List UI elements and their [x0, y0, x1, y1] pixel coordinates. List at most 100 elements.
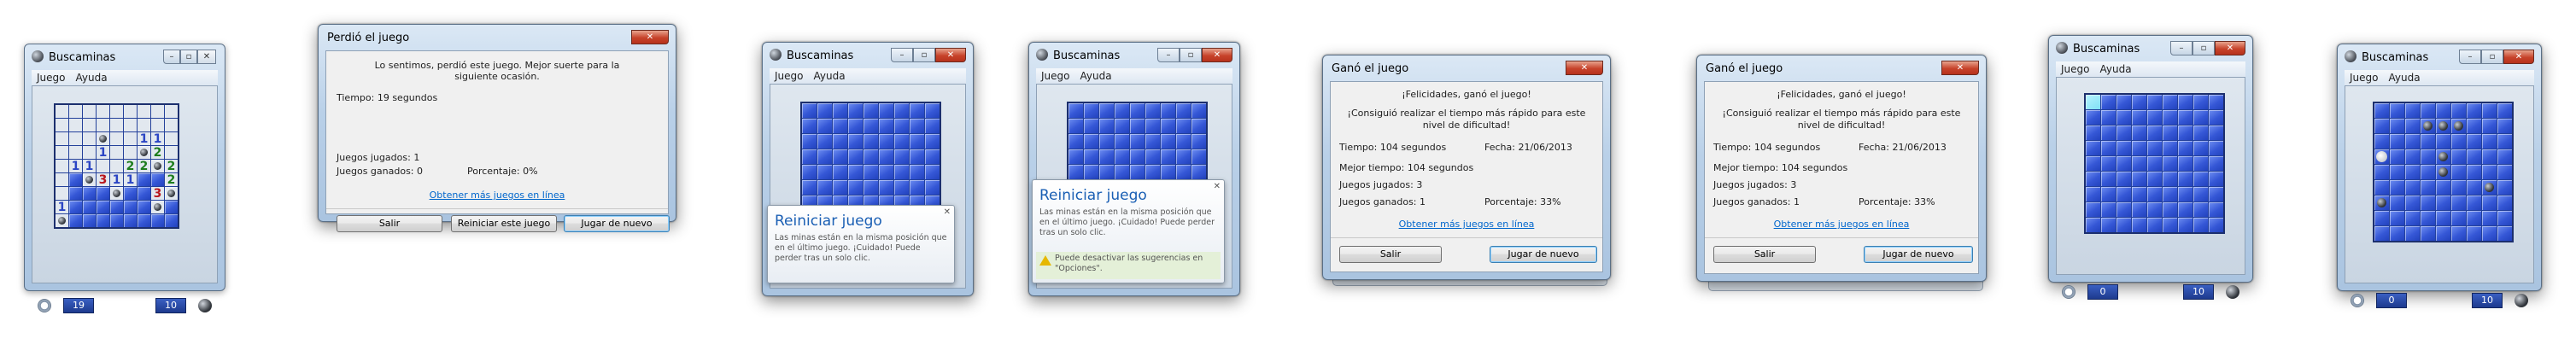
mine-cell[interactable]: [910, 149, 924, 164]
mine-cell[interactable]: [2101, 202, 2116, 217]
mine-cell[interactable]: [1084, 165, 1098, 179]
mine-cell[interactable]: [2178, 202, 2193, 217]
mine-cell[interactable]: [864, 149, 878, 164]
mine-cell[interactable]: [83, 119, 96, 131]
mine-cell[interactable]: [2374, 211, 2389, 225]
mine-cell[interactable]: [138, 119, 150, 131]
mine-cell[interactable]: [2163, 172, 2177, 186]
mine-cell[interactable]: [2405, 196, 2420, 210]
mine-cell[interactable]: [83, 132, 96, 145]
mine-cell[interactable]: [97, 187, 109, 200]
exit-button[interactable]: Salir: [1713, 246, 1816, 263]
mine-cell[interactable]: [56, 187, 68, 200]
mine-cell[interactable]: [2497, 134, 2512, 149]
mine-cell[interactable]: [124, 132, 137, 145]
mine-cell[interactable]: [2209, 110, 2223, 125]
mine-cell[interactable]: [2482, 103, 2497, 118]
mine-cell[interactable]: [124, 201, 137, 213]
close-icon[interactable]: ✕: [1566, 61, 1603, 75]
number-cell[interactable]: 1: [138, 132, 150, 146]
mine-cell[interactable]: [2132, 218, 2146, 232]
title-bar[interactable]: Buscaminas – ▫ ✕: [2345, 50, 2534, 67]
mine-cell[interactable]: [69, 187, 82, 200]
mine-cell[interactable]: [110, 132, 123, 145]
mine-cell[interactable]: [2421, 165, 2435, 179]
mine-cell[interactable]: [1145, 134, 1160, 149]
mine-cell[interactable]: [1115, 149, 1129, 164]
mine-cell[interactable]: [56, 119, 68, 131]
mine-cell[interactable]: [165, 146, 178, 159]
mine-cell[interactable]: [2209, 172, 2223, 186]
mine-cell[interactable]: [2421, 149, 2435, 164]
mine-cell[interactable]: [83, 146, 96, 159]
mine-cell[interactable]: [2467, 119, 2481, 133]
mine-cell[interactable]: [925, 134, 940, 149]
menu-ayuda[interactable]: Ayuda: [814, 70, 846, 82]
mine-cell[interactable]: [2451, 196, 2466, 210]
mine-cell[interactable]: [1176, 119, 1191, 133]
mine-cell[interactable]: [802, 180, 817, 195]
exit-button[interactable]: Salir: [1339, 246, 1442, 263]
mine-cell[interactable]: [2405, 226, 2420, 241]
mine-cell[interactable]: [864, 180, 878, 195]
mine-cell[interactable]: [2436, 211, 2450, 225]
mine-cell[interactable]: [124, 187, 137, 200]
mine-cell-revealed[interactable]: [2436, 149, 2450, 164]
mine-cell[interactable]: [1191, 119, 1206, 133]
number-cell[interactable]: 1: [110, 173, 123, 187]
mine-cell[interactable]: [2374, 119, 2389, 133]
mine-cell[interactable]: [1176, 165, 1191, 179]
mine-cell[interactable]: [1068, 103, 1083, 118]
close-icon[interactable]: ✕: [1941, 61, 1979, 75]
mine-cell[interactable]: [138, 173, 150, 186]
maximize-icon[interactable]: ▫: [1180, 48, 1202, 62]
mine-cell[interactable]: [2436, 180, 2450, 195]
maximize-icon[interactable]: ▫: [913, 48, 935, 62]
minimize-icon[interactable]: –: [2170, 41, 2193, 55]
mine-cell[interactable]: [2116, 202, 2131, 217]
mine-cell[interactable]: [2390, 149, 2404, 164]
dialog-title-bar[interactable]: Perdió el juego ✕: [327, 30, 669, 47]
mine-cell[interactable]: [2421, 103, 2435, 118]
mine-cell[interactable]: [2374, 180, 2389, 195]
mine-cell[interactable]: [1115, 119, 1129, 133]
mine-cell[interactable]: [2116, 156, 2131, 171]
mine-cell[interactable]: [2482, 211, 2497, 225]
mine-cell[interactable]: [165, 132, 178, 145]
mine-cell[interactable]: [2421, 196, 2435, 210]
mine-cell[interactable]: [802, 103, 817, 118]
mine-cell[interactable]: [2178, 126, 2193, 140]
mine-cell[interactable]: [2497, 211, 2512, 225]
mine-cell-revealed[interactable]: [2436, 119, 2450, 133]
mine-cell[interactable]: [817, 149, 832, 164]
mine-cell[interactable]: [138, 187, 150, 200]
mine-cell[interactable]: [110, 201, 123, 213]
mine-cell[interactable]: [165, 105, 178, 118]
mine-cell[interactable]: [2086, 187, 2100, 201]
mine-cell[interactable]: [2405, 103, 2420, 118]
mine-cell-revealed[interactable]: [151, 201, 164, 213]
menu-ayuda[interactable]: Ayuda: [76, 72, 108, 84]
mine-cell[interactable]: [2482, 119, 2497, 133]
mine-cell[interactable]: [69, 132, 82, 145]
number-cell[interactable]: 2: [124, 160, 137, 173]
mine-cell[interactable]: [2497, 119, 2512, 133]
mine-cell[interactable]: [1130, 103, 1145, 118]
number-cell[interactable]: 1: [56, 201, 68, 214]
menu-juego[interactable]: Juego: [1041, 70, 1070, 82]
mine-cell[interactable]: [2132, 95, 2146, 109]
mine-cell[interactable]: [2467, 196, 2481, 210]
mine-cell[interactable]: [817, 134, 832, 149]
mine-cell[interactable]: [2497, 103, 2512, 118]
mine-cell[interactable]: [2086, 110, 2100, 125]
mine-cell[interactable]: [802, 119, 817, 133]
number-cell[interactable]: 1: [124, 173, 137, 187]
mine-cell[interactable]: [848, 149, 863, 164]
play-again-button[interactable]: Jugar de nuevo: [1864, 246, 1973, 263]
mine-cell[interactable]: [2132, 187, 2146, 201]
mine-cell[interactable]: [2101, 218, 2116, 232]
mine-cell[interactable]: [1191, 149, 1206, 164]
mine-cell-revealed[interactable]: [2436, 165, 2450, 179]
maximize-icon[interactable]: ▫: [180, 50, 197, 64]
minimize-icon[interactable]: –: [2459, 50, 2481, 64]
